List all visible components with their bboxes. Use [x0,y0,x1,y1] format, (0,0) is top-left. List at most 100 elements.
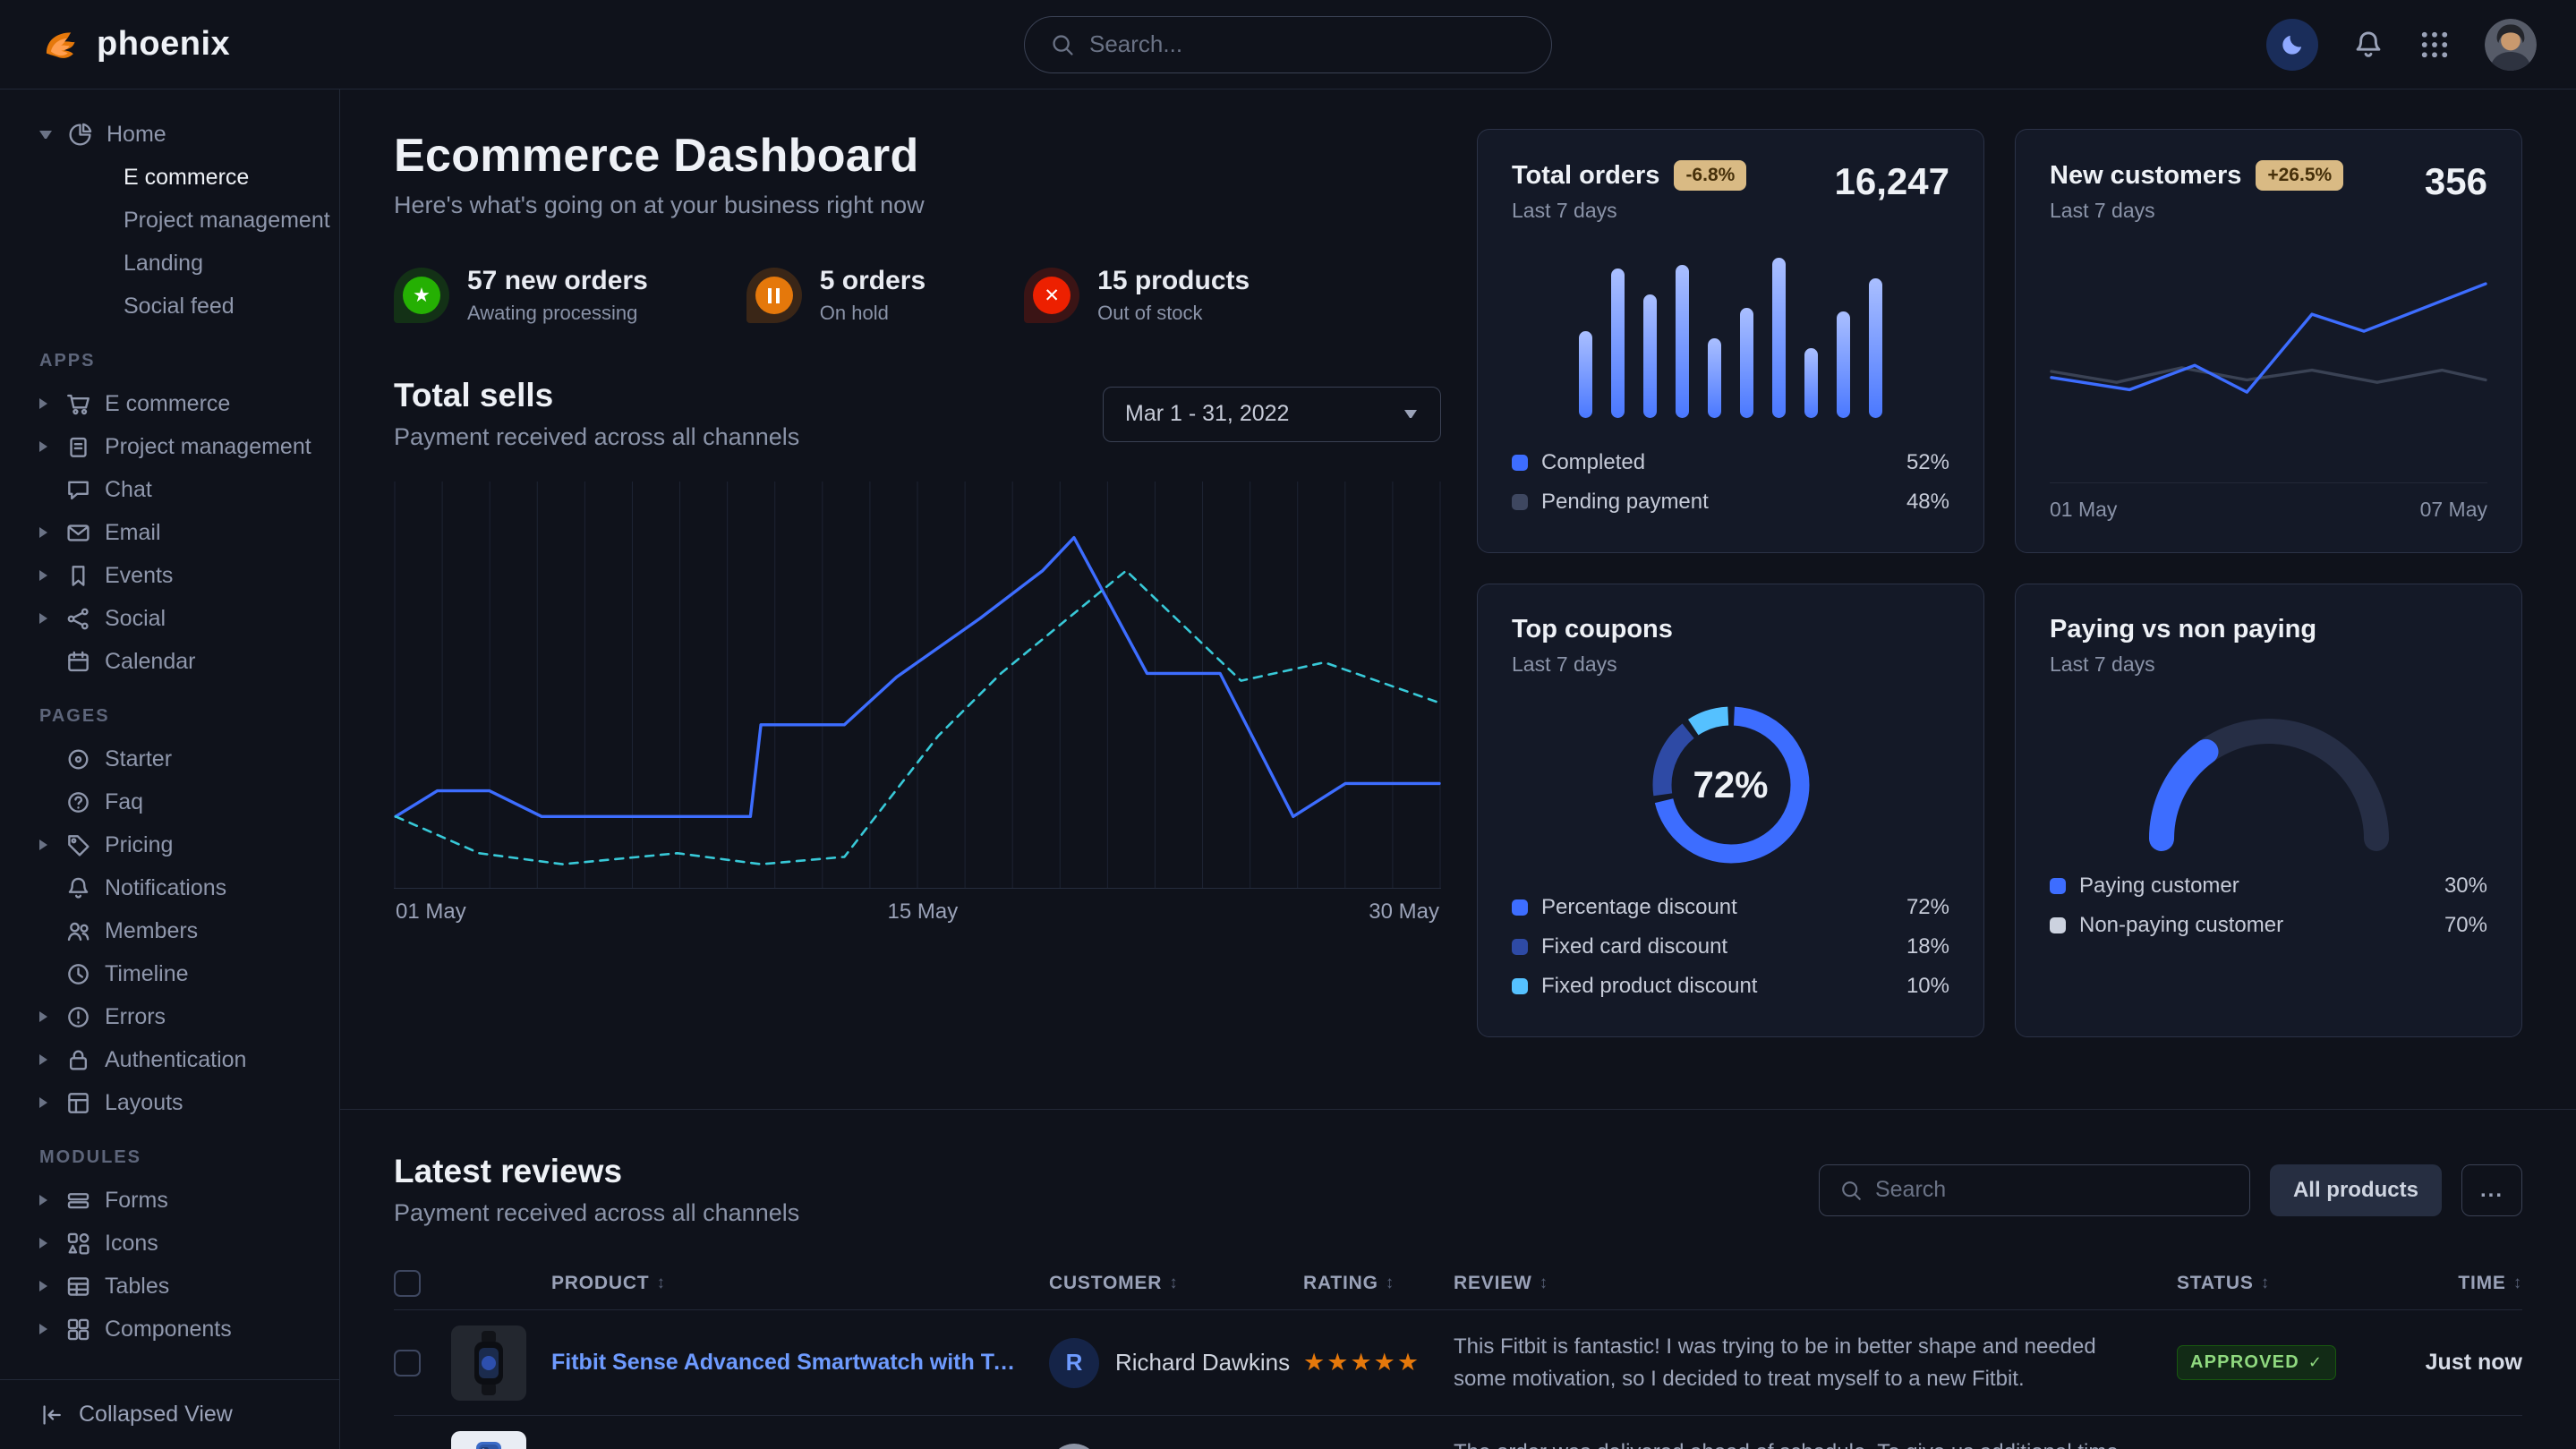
notifications-button[interactable] [2352,29,2384,61]
caret-right-icon [39,1238,52,1249]
user-avatar[interactable] [2485,19,2537,71]
sidebar-item-authentication[interactable]: Authentication [0,1038,339,1081]
brand-name: phoenix [97,25,230,64]
sort-icon: ↕ [2261,1274,2270,1293]
product-link[interactable]: Fitbit Sense Advanced Smartwatch with To… [551,1350,1049,1376]
sidebar-item-project-management[interactable]: Project management [0,425,339,468]
error-icon [65,1004,91,1030]
customer-name: Richard Dawkins [1115,1349,1290,1377]
column-header-review[interactable]: REVIEW↕ [1454,1273,2177,1294]
status-badge: APPROVED✓ [2177,1345,2336,1380]
grid-icon [2418,29,2451,61]
sidebar-item-pricing[interactable]: Pricing [0,823,339,866]
review-time: Just now [2426,1350,2522,1376]
bell-icon [65,875,91,901]
legend-item: Paying customer30% [2050,866,2487,906]
column-header-time[interactable]: TIME↕ [2388,1273,2522,1294]
star-filled-icon: ★ [1326,1349,1350,1377]
sidebar-item-notifications[interactable]: Notifications [0,866,339,909]
moon-icon [2279,31,2306,58]
new-customers-value: 356 [2425,160,2487,203]
x-tick: 01 May [2050,498,2117,522]
sidebar-item-calendar[interactable]: Calendar [0,640,339,683]
sidebar-item-project-management[interactable]: Project management [0,199,339,242]
sidebar-item-layouts[interactable]: Layouts [0,1081,339,1124]
sidebar-item-events[interactable]: Events [0,554,339,597]
collapse-view-label: Collapsed View [79,1402,233,1428]
sort-icon: ↕ [1169,1274,1178,1293]
collapse-view-button[interactable]: Collapsed View [0,1379,339,1449]
sidebar-item-timeline[interactable]: Timeline [0,952,339,995]
sidebar-item-errors[interactable]: Errors [0,995,339,1038]
tag-icon [65,832,91,858]
date-range-select[interactable]: Mar 1 - 31, 2022 [1103,387,1441,442]
table-header: PRODUCT↕CUSTOMER↕RATING↕REVIEW↕STATUS↕TI… [394,1257,2522,1309]
sort-icon: ↕ [1540,1274,1548,1293]
orders-legend: Completed52%Pending payment48% [1512,443,1949,522]
share-icon [65,606,91,632]
select-all-checkbox[interactable] [394,1270,421,1297]
total-sells-chart [394,482,1441,889]
card-title: New customers [2050,161,2241,191]
caret-right-icon [39,840,52,850]
sidebar-item-members[interactable]: Members [0,909,339,952]
star-filled-icon: ★ [1303,1349,1326,1377]
sidebar-item-home[interactable]: Home [0,113,339,156]
sidebar-item-email[interactable]: Email [0,511,339,554]
product-image [451,1325,526,1401]
reviews-search-input[interactable] [1875,1177,2230,1203]
sidebar-item-tables[interactable]: Tables [0,1265,339,1308]
latest-reviews-section: Latest reviews Payment received across a… [340,1109,2576,1449]
main-content: Ecommerce Dashboard Here's what's going … [340,89,2576,1449]
bar [1869,278,1882,418]
legend-swatch [1512,978,1528,994]
brand[interactable]: phoenix [39,24,230,65]
sort-icon: ↕ [656,1274,665,1293]
column-header-product[interactable]: PRODUCT↕ [551,1273,1049,1294]
card-period: Last 7 days [2050,652,2316,677]
card-period: Last 7 days [1512,652,1673,677]
sidebar-item-e-commerce[interactable]: E commerce [0,156,339,199]
trend-badge: -6.8% [1674,160,1746,191]
apps-grid-button[interactable] [2418,29,2451,61]
total-sells-title: Total sells [394,377,799,414]
pie-icon [67,122,93,148]
search-input[interactable] [1089,30,1526,58]
total-orders-card: Total orders -6.8% Last 7 days 16,247 Co… [1477,129,1984,553]
all-products-button[interactable]: All products [2270,1164,2442,1216]
sidebar-item-icons[interactable]: Icons [0,1222,339,1265]
stat-star-icon: ★ [394,268,449,323]
theme-toggle-button[interactable] [2266,19,2318,71]
cart-icon [65,391,91,417]
sidebar-section-label: MODULES [0,1124,339,1179]
new-customers-line-chart [2050,250,2487,411]
row-checkbox[interactable] [394,1350,421,1377]
column-header-status[interactable]: STATUS↕ [2177,1273,2388,1294]
bar [1611,268,1625,418]
column-header-customer[interactable]: CUSTOMER↕ [1049,1273,1303,1294]
form-icon [65,1188,91,1214]
sidebar-item-forms[interactable]: Forms [0,1179,339,1222]
column-header-rating[interactable]: RATING↕ [1303,1273,1454,1294]
reviews-search[interactable] [1819,1164,2250,1216]
bar [1740,308,1753,418]
sidebar-item-social-feed[interactable]: Social feed [0,285,339,328]
more-options-button[interactable]: ... [2461,1164,2522,1216]
legend-item: Completed52% [1512,443,1949,482]
clipboard-icon [65,434,91,460]
sidebar-item-components[interactable]: Components [0,1308,339,1351]
sidebar-item-starter[interactable]: Starter [0,737,339,780]
legend-item: Percentage discount72% [1512,888,1949,927]
legend-swatch [1512,899,1528,916]
sidebar-item-faq[interactable]: Faq [0,780,339,823]
sidebar-item-chat[interactable]: Chat [0,468,339,511]
sidebar-item-social[interactable]: Social [0,597,339,640]
star-filled-icon: ★ [1374,1349,1397,1377]
sidebar-item-landing[interactable]: Landing [0,242,339,285]
circle-icon [65,746,91,772]
global-search[interactable] [1024,16,1552,73]
sidebar-section-label: APPS [0,328,339,382]
check-icon: ✓ [2308,1353,2323,1372]
sidebar-item-e-commerce[interactable]: E commerce [0,382,339,425]
collapse-icon [39,1402,64,1428]
